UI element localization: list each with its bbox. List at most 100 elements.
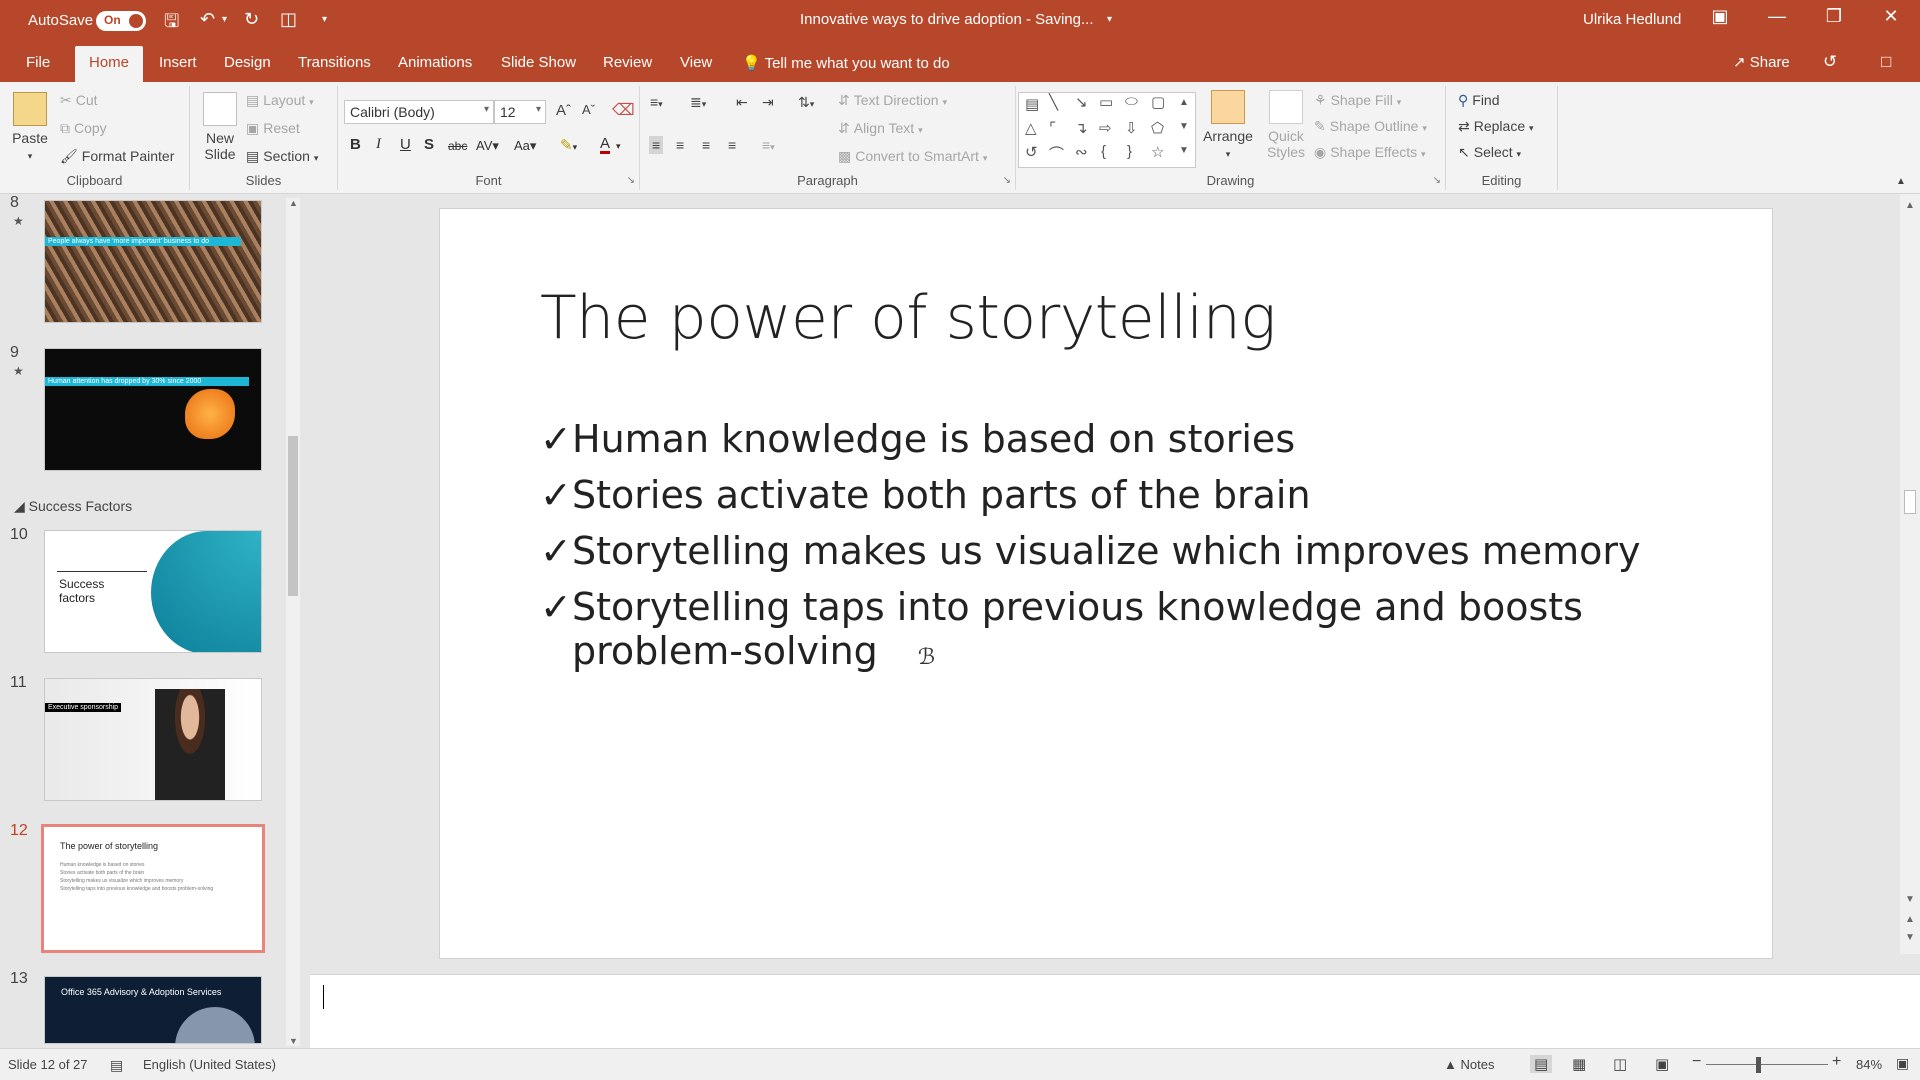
convert-smartart-button[interactable]: ▩ Convert to SmartArt ▾ <box>838 148 987 165</box>
align-text-button[interactable]: ⇵ Align Text ▾ <box>838 120 923 137</box>
slide-title[interactable]: The power of storytelling <box>540 283 1276 353</box>
minimize-icon[interactable]: — <box>1757 6 1797 27</box>
decrease-font-icon[interactable]: Aˇ <box>582 102 595 117</box>
spelling-icon[interactable]: ▤ <box>110 1057 123 1074</box>
save-icon[interactable]: 🖫 <box>164 9 179 39</box>
change-case-button[interactable]: Aa▾ <box>514 138 536 154</box>
thumbnail-scrollbar[interactable]: ▲ ▼ <box>286 198 300 1046</box>
underline-button[interactable]: U <box>400 136 411 153</box>
text-direction-button[interactable]: ⇵ Text Direction ▾ <box>838 92 947 109</box>
tab-view[interactable]: View <box>680 54 712 71</box>
quick-styles-button[interactable]: Quick Styles <box>1260 90 1312 160</box>
strikethrough-button[interactable]: abc <box>448 139 467 153</box>
tab-insert[interactable]: Insert <box>159 54 197 71</box>
redo-icon[interactable]: ↻ <box>244 9 259 30</box>
tell-me-box[interactable]: 💡 Tell me what you want to do <box>742 54 950 72</box>
slide-sorter-icon[interactable]: ▦ <box>1572 1055 1586 1073</box>
elbow-arrow-icon[interactable]: ↴ <box>1075 119 1088 137</box>
increase-font-icon[interactable]: Aˆ <box>556 102 571 119</box>
section-header[interactable]: ◢ Success Factors <box>14 498 132 515</box>
down-arrow-shape-icon[interactable]: ⇩ <box>1125 119 1138 137</box>
shape-outline-button[interactable]: ✎ Shape Outline ▾ <box>1314 118 1427 135</box>
scroll-down-icon[interactable]: ▼ <box>1905 894 1915 905</box>
character-spacing-button[interactable]: AV▾ <box>476 138 499 154</box>
justify-icon[interactable]: ≡ <box>728 137 736 153</box>
tab-animations[interactable]: Animations <box>398 54 472 71</box>
scroll-down-icon[interactable]: ▼ <box>289 1036 298 1046</box>
tab-transitions[interactable]: Transitions <box>298 54 371 71</box>
left-brace-icon[interactable]: { <box>1101 143 1106 160</box>
font-color-icon[interactable]: A <box>600 136 611 154</box>
slide-thumbnail-10[interactable]: Success factors <box>44 530 262 653</box>
slideshow-view-icon[interactable]: ▣ <box>1655 1055 1669 1073</box>
scroll-down-icon[interactable]: ▼ <box>1179 121 1189 132</box>
restore-icon[interactable]: ❐ <box>1814 6 1854 27</box>
history-icon[interactable]: ↺ <box>1823 52 1837 72</box>
normal-view-icon[interactable]: ▤ <box>1530 1055 1553 1073</box>
slide-thumbnail-8[interactable]: People always have 'more important' busi… <box>44 200 262 323</box>
fit-to-window-icon[interactable]: ▣ <box>1896 1055 1909 1072</box>
shapes-gallery[interactable]: ▤ ╲ ↘ ▭ ⬭ ▢ △ ⌜ ↴ ⇨ ⇩ ⬠ ↺ ⌒ ∾ { } ☆ ▲ ▼ … <box>1018 92 1196 168</box>
tab-review[interactable]: Review <box>603 54 652 71</box>
notes-button[interactable]: ▲ Notes <box>1444 1057 1494 1072</box>
increase-indent-icon[interactable]: ⇥ <box>762 94 774 111</box>
paste-button[interactable]: Paste ▾ <box>8 92 52 162</box>
oval-shape-icon[interactable]: ⬭ <box>1125 93 1138 110</box>
slide-scrollbar[interactable]: ▲ ▼ ▲ ▼ <box>1900 194 1920 954</box>
shadow-button[interactable]: S <box>424 136 434 153</box>
shape-effects-button[interactable]: ◉ Shape Effects ▾ <box>1314 144 1426 161</box>
clear-formatting-icon[interactable]: ⌫ <box>612 100 635 120</box>
undo-icon[interactable]: ↶ <box>200 9 215 30</box>
tab-slide-show[interactable]: Slide Show <box>501 54 576 71</box>
align-center-icon[interactable]: ≡ <box>676 137 684 153</box>
arrow-line-shape-icon[interactable]: ↘ <box>1075 93 1088 111</box>
curve-shape-icon[interactable]: ∾ <box>1075 143 1088 161</box>
language-indicator[interactable]: English (United States) <box>143 1057 276 1072</box>
find-button[interactable]: ⚲ Find <box>1458 92 1500 109</box>
italic-button[interactable]: I <box>376 136 381 153</box>
scroll-up-icon[interactable]: ▲ <box>1905 200 1915 211</box>
section-button[interactable]: ▤ Section ▾ <box>246 148 318 165</box>
format-painter-button[interactable]: 🖌 Format Painter <box>60 148 174 165</box>
align-left-icon[interactable]: ≡ <box>649 136 664 154</box>
highlight-color-icon[interactable]: ✎▾ <box>560 136 577 154</box>
freeform-shape-icon[interactable]: ⬠ <box>1151 119 1164 137</box>
zoom-slider-knob[interactable] <box>1756 1057 1761 1073</box>
collapse-ribbon-icon[interactable]: ▲ <box>1896 176 1906 187</box>
curve-arrows-icon[interactable]: ↺ <box>1025 143 1038 161</box>
textbox-shape-icon[interactable]: ▤ <box>1025 95 1039 113</box>
tab-file[interactable]: File <box>26 54 50 71</box>
columns-icon[interactable]: ≡▾ <box>762 137 775 153</box>
notes-pane[interactable] <box>310 974 1920 1048</box>
shape-fill-button[interactable]: ⚘ Shape Fill ▾ <box>1314 92 1401 109</box>
scrollbar-thumb[interactable] <box>288 436 298 596</box>
share-button[interactable]: ↗ Share <box>1733 53 1790 71</box>
replace-button[interactable]: ⇄ Replace ▾ <box>1458 118 1534 135</box>
new-slide-button[interactable]: New Slide <box>196 92 244 162</box>
scroll-up-icon[interactable]: ▲ <box>289 198 298 208</box>
right-arrow-shape-icon[interactable]: ⇨ <box>1099 119 1112 137</box>
bold-button[interactable]: B <box>350 136 361 153</box>
numbering-icon[interactable]: ≣▾ <box>690 94 706 111</box>
arc-shape-icon[interactable]: ⌒ <box>1049 143 1064 164</box>
elbow-connector-icon[interactable]: ⌜ <box>1049 119 1056 137</box>
document-title[interactable]: Innovative ways to drive adoption - Savi… <box>800 11 1094 28</box>
scrollbar-thumb[interactable] <box>1904 490 1916 514</box>
current-slide[interactable]: The power of storytelling ✓ Human knowled… <box>439 208 1773 959</box>
font-color-dropdown-icon[interactable]: ▾ <box>616 141 621 152</box>
ribbon-display-icon[interactable]: ▣ <box>1700 6 1740 27</box>
rounded-rect-shape-icon[interactable]: ▢ <box>1151 93 1165 111</box>
reading-view-icon[interactable]: ◫ <box>1613 1055 1627 1073</box>
font-name-combo[interactable]: Calibri (Body) ▾ <box>344 100 494 124</box>
tab-home[interactable]: Home <box>75 46 144 82</box>
more-shapes-icon[interactable]: ▼ <box>1179 145 1189 156</box>
close-icon[interactable]: ✕ <box>1871 6 1911 27</box>
line-shape-icon[interactable]: ╲ <box>1049 93 1058 111</box>
font-size-combo[interactable]: 12 ▾ <box>494 100 546 124</box>
previous-slide-icon[interactable]: ▲ <box>1905 914 1915 925</box>
title-dropdown-icon[interactable]: ▾ <box>1107 14 1112 25</box>
bullets-icon[interactable]: ≡▾ <box>650 94 663 110</box>
customize-toolbar-icon[interactable]: ▾ <box>322 14 327 25</box>
right-brace-icon[interactable]: } <box>1127 143 1132 160</box>
user-name[interactable]: Ulrika Hedlund <box>1583 11 1681 28</box>
